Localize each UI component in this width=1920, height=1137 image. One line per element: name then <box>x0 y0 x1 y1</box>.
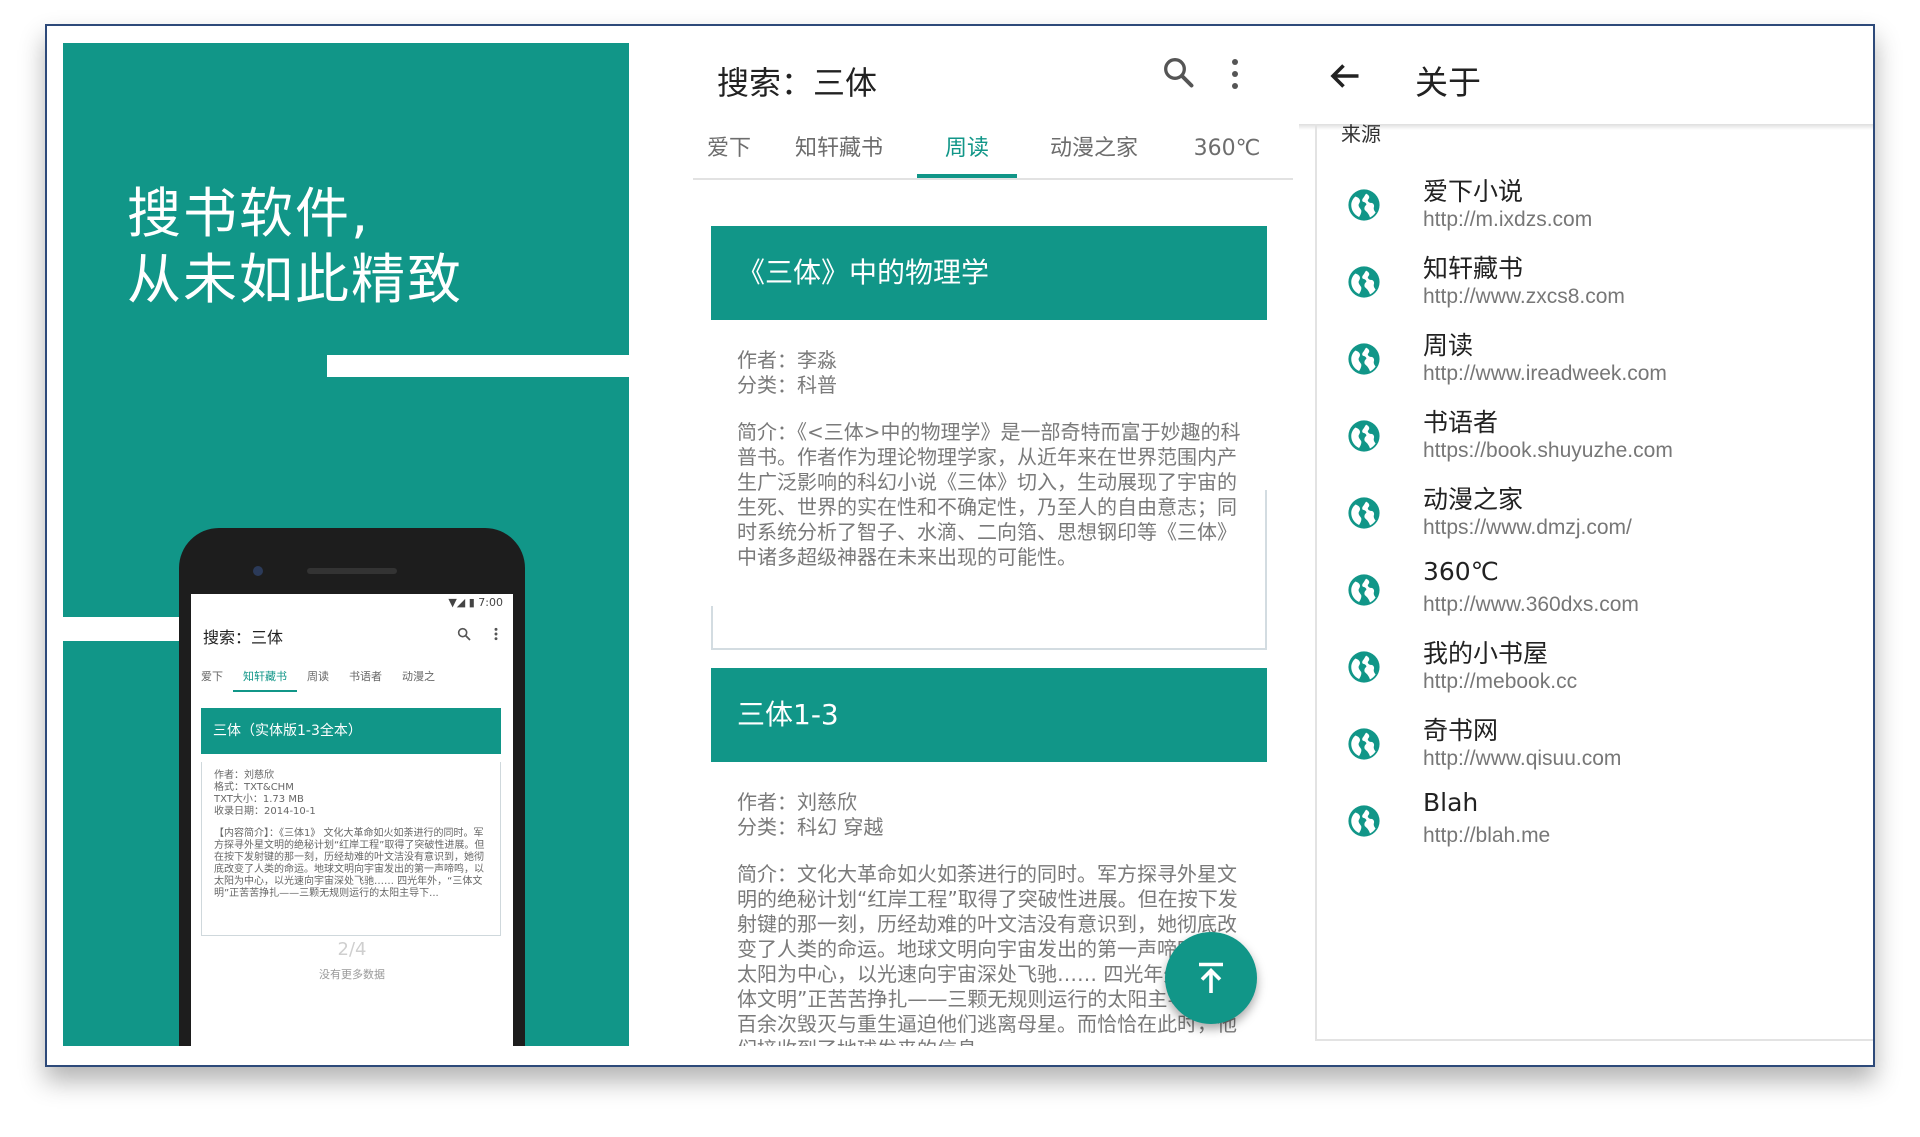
source-url[interactable]: http://www.ireadweek.com <box>1423 362 1667 386</box>
tab-zhixuan[interactable]: 知轩藏书 <box>785 120 893 178</box>
source-name: 书语者 <box>1423 408 1499 437</box>
globe-icon <box>1348 420 1380 452</box>
book-meta: 作者：刘慈欣 分类：科幻 穿越 <box>737 790 884 839</box>
tab-aixia[interactable]: 爱下 <box>693 120 765 178</box>
scroll-to-top-button[interactable] <box>1165 932 1257 1024</box>
about-panel: 关于 来源 爱下小说 http://m.ixdzs.com 知轩藏书 http:… <box>1299 26 1873 1046</box>
source-name: 爱下小说 <box>1423 177 1524 206</box>
search-panel: 搜索：三体 爱下 知轩藏书 周读 动漫之家 360℃ 《三体》中的物理学 作者：… <box>645 26 1299 1046</box>
source-url[interactable]: https://book.shuyuzhe.com <box>1423 439 1673 463</box>
promo-title-line-2: 从未如此精致 <box>127 248 463 311</box>
page-title: 关于 <box>1415 63 1481 102</box>
source-url[interactable]: http://mebook.cc <box>1423 670 1577 694</box>
promo-title-line-1: 搜书软件, <box>127 182 371 245</box>
arrow-up-icon <box>1199 962 1223 993</box>
arrow-back-icon[interactable] <box>1327 58 1363 94</box>
phone-toolbar-icons <box>456 624 501 642</box>
globe-icon <box>1348 497 1380 529</box>
globe-icon <box>1348 189 1380 221</box>
status-bar: ▼◢ ▮ 7:00 <box>448 596 503 609</box>
phone-tab[interactable]: 爱下 <box>191 660 233 692</box>
phone-book-meta: 作者：刘慈欣 格式：TXT&CHM TXT大小：1.73 MB 收录日期：201… <box>214 770 316 817</box>
phone-tab[interactable]: 动漫之 <box>392 660 445 692</box>
source-url[interactable]: http://blah.me <box>1423 824 1550 848</box>
phone-app-bar: 搜索：三体 <box>191 612 513 656</box>
tab-dongman[interactable]: 动漫之家 <box>1039 120 1149 178</box>
section-label: 来源 <box>1341 122 1381 146</box>
book-card-title[interactable]: 《三体》中的物理学 <box>711 226 1267 320</box>
phone-book-card-title[interactable]: 三体（实体版1-3全本） <box>201 708 501 754</box>
more-vert-icon[interactable] <box>1229 56 1241 92</box>
phone-tab-active[interactable]: 知轩藏书 <box>233 660 297 692</box>
book-meta: 作者：李淼 分类：科普 <box>737 348 837 397</box>
search-icon[interactable] <box>456 626 472 642</box>
source-url[interactable]: http://www.qisuu.com <box>1423 747 1621 771</box>
card-border <box>1265 490 1267 650</box>
source-name: 我的小书屋 <box>1423 639 1549 668</box>
phone-tab[interactable]: 周读 <box>297 660 339 692</box>
source-name: 知轩藏书 <box>1423 254 1524 283</box>
screenshot-frame: 搜书软件, 从未如此精致 ▼◢ ▮ 7:00 搜索：三体 爱下 知轩藏书 周读 <box>45 24 1875 1067</box>
page-indicator: 2/4 <box>337 939 367 960</box>
source-name: 动漫之家 <box>1423 485 1524 514</box>
source-url[interactable]: http://www.360dxs.com <box>1423 593 1639 617</box>
globe-icon <box>1348 266 1380 298</box>
globe-icon <box>1348 728 1380 760</box>
globe-icon <box>1348 343 1380 375</box>
book-intro: 简介：《<三体>中的物理学》是一部奇特而富于妙趣的科普书。作者作为理论物理学家，… <box>737 420 1241 569</box>
phone-book-intro: 【内容简介】：《三体1》 文化大革命如火如荼进行的同时。军方探寻外星文明的绝秘计… <box>214 828 485 899</box>
phone-screen: ▼◢ ▮ 7:00 搜索：三体 爱下 知轩藏书 周读 书语者 动漫之 三体（实体… <box>191 594 513 1046</box>
card-border <box>711 648 1267 650</box>
tab-zhoudu[interactable]: 周读 <box>917 120 1017 178</box>
phone-tabs: 爱下 知轩藏书 周读 书语者 动漫之 <box>191 660 513 692</box>
tab-360[interactable]: 360℃ <box>1177 120 1277 178</box>
camera <box>253 566 263 576</box>
speaker <box>307 568 397 574</box>
phone-title: 搜索：三体 <box>203 628 284 647</box>
no-more-data-label: 没有更多数据 <box>319 968 385 981</box>
globe-icon <box>1348 574 1380 606</box>
watermark: 知乎 @木子淇 <box>1559 1050 1873 1065</box>
book-card-body: 作者：李淼 分类：科普 简介：《<三体>中的物理学》是一部奇特而富于妙趣的科普书… <box>711 320 1267 569</box>
phone-mockup: ▼◢ ▮ 7:00 搜索：三体 爱下 知轩藏书 周读 书语者 动漫之 三体（实体… <box>179 528 525 1046</box>
more-vert-icon[interactable] <box>491 626 501 642</box>
globe-icon <box>1348 805 1380 837</box>
source-url[interactable]: http://m.ixdzs.com <box>1423 208 1592 232</box>
page-title: 搜索：三体 <box>717 64 878 102</box>
source-name: 奇书网 <box>1423 716 1499 745</box>
source-tabs: 爱下 知轩藏书 周读 动漫之家 360℃ <box>693 120 1293 180</box>
source-url[interactable]: https://www.dmzj.com/ <box>1423 516 1632 540</box>
decorative-bar <box>327 355 629 377</box>
card-border <box>711 606 713 650</box>
globe-icon <box>1348 651 1380 683</box>
source-name: 周读 <box>1423 331 1474 360</box>
source-name: 360℃ <box>1423 557 1499 586</box>
phone-book-card-body: 作者：刘慈欣 格式：TXT&CHM TXT大小：1.73 MB 收录日期：201… <box>201 762 501 936</box>
search-icon[interactable] <box>1160 54 1196 90</box>
source-url[interactable]: http://www.zxcs8.com <box>1423 285 1625 309</box>
book-card-title[interactable]: 三体1-3 <box>711 668 1267 762</box>
promo-title: 搜书软件, 从未如此精致 <box>127 181 463 313</box>
promo-panel: 搜书软件, 从未如此精致 ▼◢ ▮ 7:00 搜索：三体 爱下 知轩藏书 周读 <box>63 43 629 1046</box>
source-name: Blah <box>1423 788 1479 817</box>
source-item[interactable]: Blah http://blah.me <box>1299 780 1859 874</box>
phone-tab[interactable]: 书语者 <box>339 660 392 692</box>
book-intro: 简介：文化大革命如火如荼进行的同时。军方探寻外星文明的绝秘计划“红岸工程”取得了… <box>737 862 1238 1046</box>
